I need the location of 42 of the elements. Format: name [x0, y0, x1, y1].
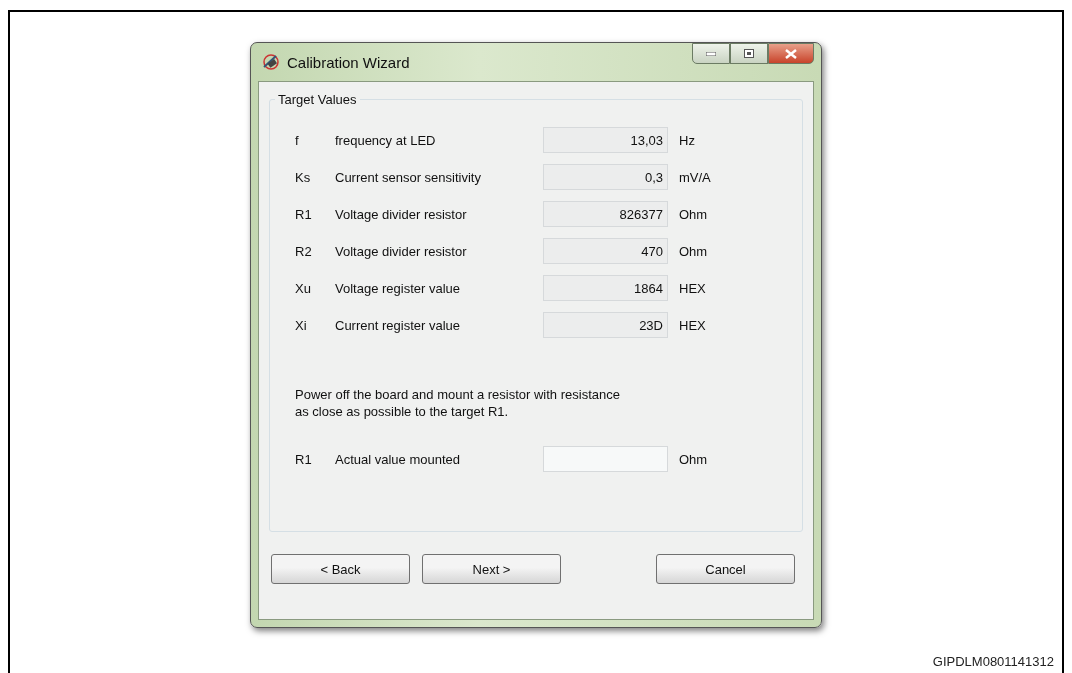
parameter-label: Voltage divider resistor [335, 206, 468, 222]
value-field[interactable]: 826377 [543, 201, 668, 227]
wizard-button[interactable]: Cancel [656, 554, 795, 584]
group-title: Target Values [277, 92, 358, 107]
value-field[interactable]: 0,3 [543, 164, 668, 190]
symbol-label: R1 [295, 206, 313, 222]
parameter-label: Voltage register value [335, 280, 462, 296]
parameter-label: Current register value [335, 317, 461, 333]
symbol-label: R2 [295, 243, 313, 259]
unit-label: Ohm [679, 243, 708, 259]
unit-label: Ohm [679, 451, 708, 467]
symbol-label: Ks [295, 169, 312, 185]
wizard-button[interactable]: < Back [271, 554, 410, 584]
unit-label: Hz [679, 132, 695, 148]
unit-label: mV/A [679, 169, 711, 185]
value-field[interactable]: 470 [543, 238, 668, 264]
parameter-label: Actual value mounted [335, 451, 462, 467]
value-field[interactable]: 13,03 [543, 127, 668, 153]
value-field[interactable]: 1864 [543, 275, 668, 301]
value-field[interactable]: 23D [543, 312, 668, 338]
unit-label: Ohm [679, 206, 708, 222]
parameter-label: Current sensor sensitivity [335, 169, 482, 185]
app-icon [261, 52, 281, 72]
parameter-label: Voltage divider resistor [335, 243, 468, 259]
minimize-button[interactable] [692, 43, 730, 64]
maximize-icon [744, 49, 754, 58]
parameter-label: frequency at LED [335, 132, 437, 148]
unit-label: HEX [679, 280, 706, 296]
symbol-label: f [295, 132, 300, 148]
close-icon [785, 48, 797, 59]
input-field[interactable] [543, 446, 668, 472]
minimize-icon [706, 51, 716, 56]
maximize-button[interactable] [730, 43, 768, 64]
window-title: Calibration Wizard [287, 53, 410, 71]
instruction-text: Power off the board and mount a resistor with resistance as close as possible to the target R1. [295, 386, 621, 420]
unit-label: HEX [679, 317, 706, 333]
figure-id: GIPDLM0801141312 [932, 654, 1054, 669]
close-button[interactable] [768, 43, 814, 64]
wizard-button[interactable]: Next > [422, 554, 561, 584]
symbol-label: Xu [295, 280, 312, 296]
symbol-label: Xi [295, 317, 308, 333]
symbol-label: R1 [295, 451, 313, 467]
